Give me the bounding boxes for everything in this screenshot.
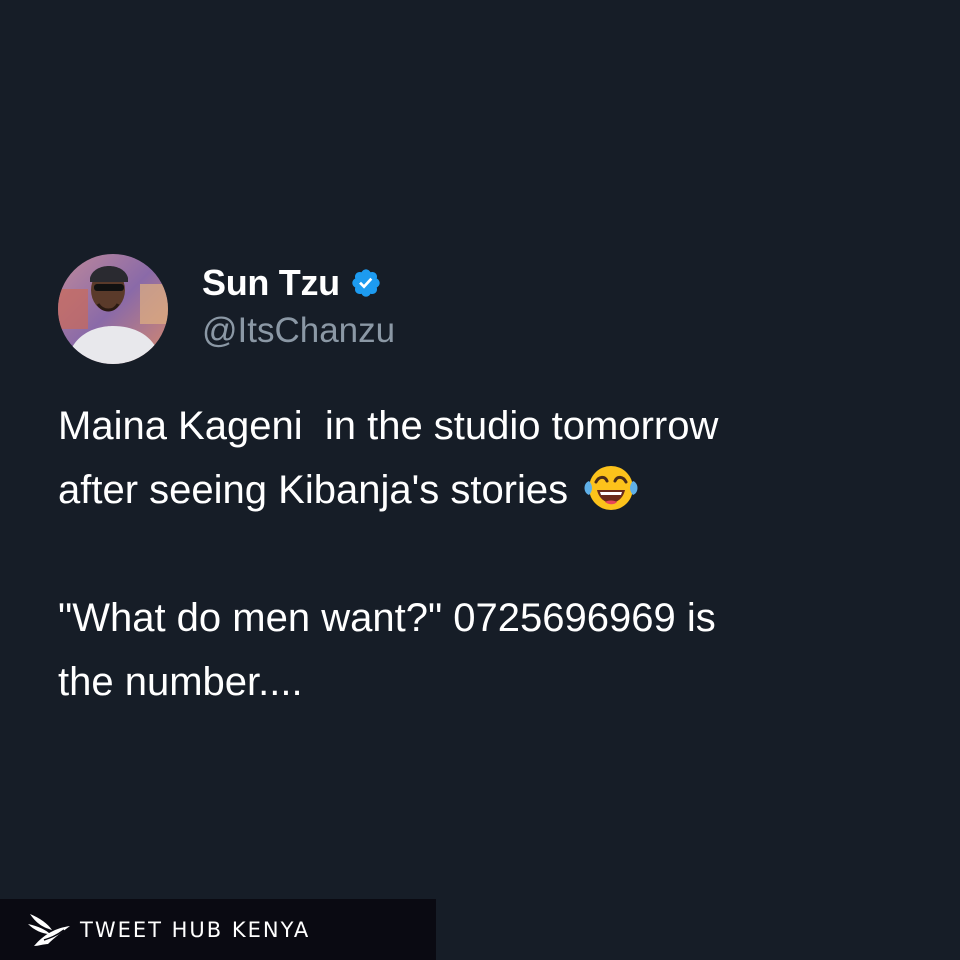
watermark-banner: TWEET HUB KENYA (0, 899, 436, 960)
verified-badge-icon (350, 267, 382, 299)
author-info: Sun Tzu @ItsChanzu (202, 261, 395, 351)
author-handle[interactable]: @ItsChanzu (202, 311, 395, 351)
tweet-text-line-4: the number.... (58, 660, 303, 704)
tweet-text: Maina Kageni in the studio tomorrow afte… (58, 394, 938, 714)
tweet-card[interactable]: Sun Tzu @ItsChanzu Maina Kageni in the s… (58, 253, 928, 714)
bird-logo-icon (26, 908, 72, 952)
display-name[interactable]: Sun Tzu (202, 262, 340, 304)
page: Sun Tzu @ItsChanzu Maina Kageni in the s… (0, 0, 960, 960)
author-row: Sun Tzu @ItsChanzu (58, 253, 928, 365)
tweet-text-line-2: after seeing Kibanja's stories (58, 468, 569, 512)
face-with-tears-of-joy-icon (583, 463, 639, 513)
watermark-text: TWEET HUB KENYA (80, 917, 311, 942)
name-row: Sun Tzu (202, 261, 395, 305)
avatar[interactable] (58, 254, 168, 364)
tweet-text-line-1: Maina Kageni in the studio tomorrow (58, 404, 719, 448)
tweet-text-line-3: "What do men want?" 0725696969 is (58, 596, 716, 640)
